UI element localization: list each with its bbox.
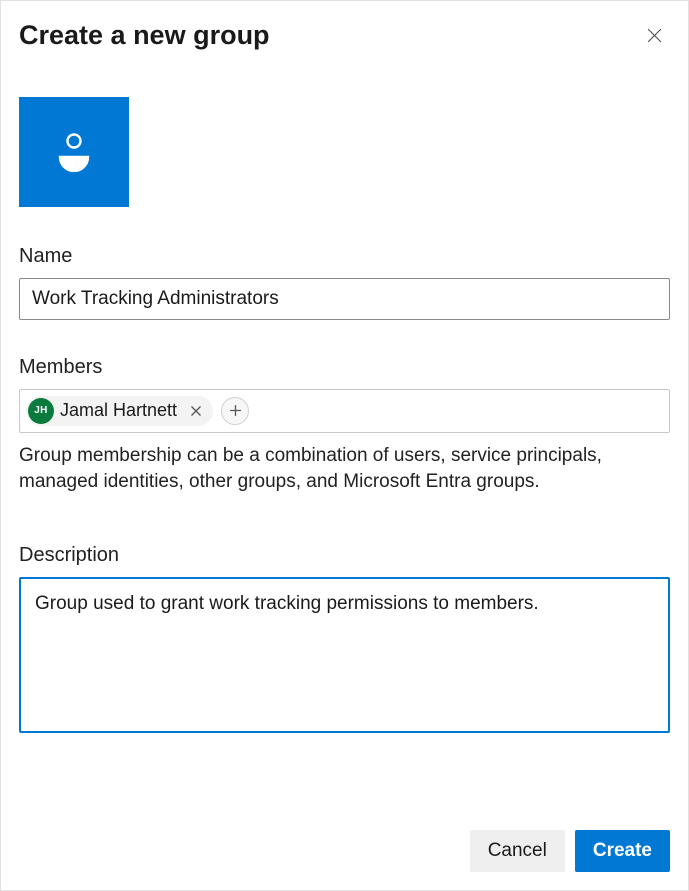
dialog-title: Create a new group	[19, 19, 270, 53]
cancel-button[interactable]: Cancel	[470, 830, 565, 872]
group-icon-tile[interactable]	[19, 97, 129, 207]
remove-member-button[interactable]	[185, 400, 207, 422]
plus-icon	[229, 404, 242, 417]
dialog-footer: Cancel Create	[19, 810, 670, 872]
add-member-button[interactable]	[221, 397, 249, 425]
name-input[interactable]	[19, 278, 670, 320]
close-button[interactable]	[638, 19, 670, 51]
members-label: Members	[19, 356, 670, 379]
close-icon	[190, 405, 202, 417]
description-label: Description	[19, 544, 670, 567]
name-label: Name	[19, 245, 670, 268]
avatar: JH	[28, 398, 54, 424]
description-input[interactable]	[19, 577, 670, 733]
members-help-text: Group membership can be a combination of…	[19, 443, 670, 496]
members-input[interactable]: JH Jamal Hartnett	[19, 389, 670, 433]
create-group-dialog: Create a new group Name Members JH Jamal…	[0, 0, 689, 891]
create-button[interactable]: Create	[575, 830, 670, 872]
member-chip: JH Jamal Hartnett	[26, 396, 213, 426]
dialog-header: Create a new group	[19, 19, 670, 53]
close-icon	[646, 27, 663, 44]
person-icon	[57, 132, 91, 172]
member-chip-name: Jamal Hartnett	[60, 400, 179, 421]
